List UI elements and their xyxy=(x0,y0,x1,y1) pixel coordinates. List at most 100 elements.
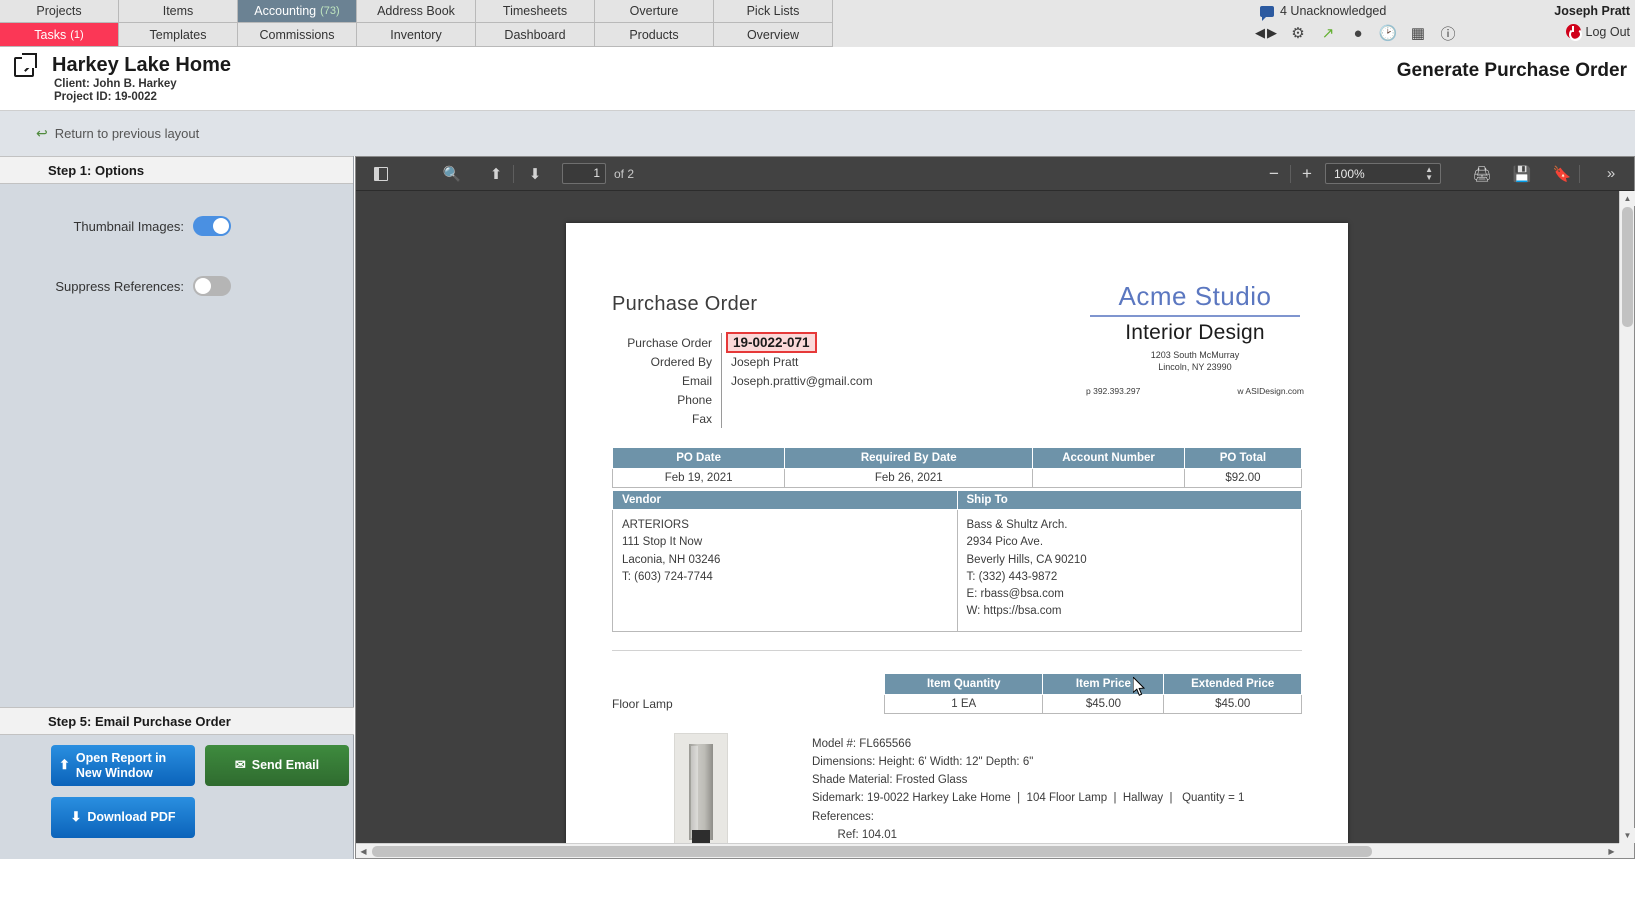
document-field-label: Fax xyxy=(691,411,712,426)
find-icon[interactable]: 🔍 xyxy=(439,161,465,187)
news-icon[interactable]: ▦ xyxy=(1409,24,1427,42)
vendor-address-line: T: (603) 724-7744 xyxy=(622,570,713,583)
line-item-data-row: 1 EA $45.00 $45.00 xyxy=(883,694,1302,714)
company-logo-block: Acme Studio Interior Design 1203 South M… xyxy=(1084,281,1306,396)
line-item-cell: 1 EA xyxy=(883,694,1044,714)
shipto-address-line: W: https://bsa.com xyxy=(966,605,1062,618)
nav-tab-label: Items xyxy=(162,4,194,18)
nav-tab-accounting[interactable]: Accounting (73) xyxy=(238,0,357,23)
suppress-references-toggle[interactable] xyxy=(193,276,231,296)
return-label: Return to previous layout xyxy=(54,126,200,141)
nav-tab-items[interactable]: Items xyxy=(119,0,238,23)
page-number-input[interactable]: 1 xyxy=(562,163,606,184)
send-email-button[interactable]: ✉ Send Email xyxy=(205,745,349,786)
open-report-new-window-button[interactable]: ⬆ Open Report in New Window xyxy=(51,745,195,786)
logout-button[interactable]: Log Out xyxy=(1565,24,1630,41)
nav-tab-label: Inventory xyxy=(390,27,442,42)
nav-tab-products[interactable]: Products xyxy=(595,23,714,47)
return-bar: ↩ Return to previous layout xyxy=(0,111,1635,156)
document-field-label: Email xyxy=(681,373,712,388)
scroll-left-icon[interactable]: ◀ xyxy=(356,844,371,859)
document-field-row: Email Joseph.prattiv@gmail.com xyxy=(566,371,1026,390)
scroll-right-icon[interactable]: ▶ xyxy=(1604,844,1619,859)
line-item-cell: $45.00 xyxy=(1163,694,1302,714)
user-icon[interactable]: ● xyxy=(1349,24,1367,42)
summary-cell: $92.00 xyxy=(1183,468,1303,488)
vendor-col-header: Ship To xyxy=(956,490,1302,510)
download-pdf-button[interactable]: ⬇ Download PDF xyxy=(51,797,195,838)
top-navigation: Projects Items Accounting (73) Address Book T… xyxy=(0,0,1635,47)
page-down-icon[interactable]: ⬇ xyxy=(522,161,548,187)
pdf-viewer: 🔍 ⬆ ⬇ 1 of 2 − + 100% ▲ ▼ 🖨 💾 🔖 » Purchas… xyxy=(355,156,1635,859)
nav-tab-tasks[interactable]: Tasks (1) xyxy=(0,23,119,47)
nav-tab-inventory[interactable]: Inventory xyxy=(357,23,476,47)
pdf-toolbar: 🔍 ⬆ ⬇ 1 of 2 − + 100% ▲ ▼ 🖨 💾 🔖 » xyxy=(356,157,1634,191)
nav-tab-commissions[interactable]: Commissions xyxy=(238,23,357,47)
line-item-detail-line: Dimensions: Height: 6' Width: 12" Depth:… xyxy=(812,756,1034,769)
nav-tab-label: Pick Lists xyxy=(746,4,800,18)
unacknowledged-indicator[interactable]: 4 Unacknowledged xyxy=(1260,4,1386,21)
sidebar-toggle-icon[interactable] xyxy=(368,161,394,187)
suppress-references-label: Suppress References: xyxy=(55,278,184,294)
project-id: Project ID: 19-0022 xyxy=(54,91,157,103)
page-title: Harkey Lake Home xyxy=(52,54,231,76)
nav-tab-pick-lists[interactable]: Pick Lists xyxy=(714,0,833,23)
print-icon[interactable]: 🖨 xyxy=(1469,161,1495,187)
action-buttons: ⬆ Open Report in New Window ✉ Send Email… xyxy=(0,735,354,859)
nav-tab-templates[interactable]: Templates xyxy=(119,23,238,47)
thumbnail-images-toggle[interactable] xyxy=(193,216,231,236)
nav-tab-overture[interactable]: Overture xyxy=(595,0,714,23)
more-tools-icon[interactable]: » xyxy=(1598,161,1624,187)
summary-cell: Feb 26, 2021 xyxy=(784,468,1034,488)
back-arrow-icon: ↩ xyxy=(36,125,48,141)
pdf-horizontal-scrollbar[interactable]: ◀ ▶ xyxy=(356,843,1619,858)
zoom-out-button[interactable]: − xyxy=(1262,164,1286,184)
scroll-down-icon[interactable]: ▼ xyxy=(1620,828,1635,843)
nav-tab-label: Timesheets xyxy=(502,4,568,18)
shipto-address-line: E: rbass@bsa.com xyxy=(966,588,1064,600)
vendor-address-cell: ARTERIORS 111 Stop It Now Laconia, NH 0324… xyxy=(612,509,958,632)
horizontal-scroll-thumb[interactable] xyxy=(372,846,1372,857)
company-name: Acme Studio xyxy=(1118,281,1272,311)
vertical-scroll-thumb[interactable] xyxy=(1622,207,1633,327)
line-item-detail-line: Ref: 104.01 xyxy=(812,828,898,841)
save-icon[interactable]: 💾 xyxy=(1509,161,1535,187)
thumbnail-images-label: Thumbnail Images: xyxy=(73,218,184,234)
project-client: Client: John B. Harkey xyxy=(54,78,177,90)
scroll-up-icon[interactable]: ▲ xyxy=(1620,191,1635,206)
nav-tab-label: Dashboard xyxy=(504,27,566,42)
expand-icon[interactable]: ↗ xyxy=(1319,24,1337,42)
nav-right-utilities: 4 Unacknowledged Joseph Pratt ◀ ▶ ⚙ ↗ ● … xyxy=(1235,0,1635,47)
open-external-icon[interactable] xyxy=(14,53,37,77)
next-arrow-icon[interactable]: ▶ xyxy=(1267,25,1277,41)
clock-icon[interactable]: 🕑 xyxy=(1379,24,1398,42)
message-bubble-icon xyxy=(1260,5,1274,21)
prev-arrow-icon[interactable]: ◀ xyxy=(1255,25,1265,41)
shipto-address-cell: Bass & Shultz Arch. 2934 Pico Ave. Beverly… xyxy=(956,509,1302,632)
page-up-icon[interactable]: ⬆ xyxy=(483,161,509,187)
nav-tab-projects[interactable]: Projects xyxy=(0,0,119,23)
bookmark-icon[interactable]: 🔖 xyxy=(1549,161,1575,187)
pdf-vertical-scrollbar[interactable]: ▲ ▼ xyxy=(1619,191,1635,843)
nav-tab-timesheets[interactable]: Timesheets xyxy=(476,0,595,23)
upload-icon: ⬆ xyxy=(59,757,70,773)
line-item-cell: $45.00 xyxy=(1042,694,1165,714)
line-item-detail-line: Sidemark: 19-0022 Harkey Lake Home | 104… xyxy=(812,792,1245,805)
nav-tab-badge: (73) xyxy=(320,5,340,17)
zoom-level-select[interactable]: 100% ▲ ▼ xyxy=(1325,163,1441,184)
document-field-value: Joseph.prattiv@gmail.com xyxy=(731,373,873,388)
document-field-label: Phone xyxy=(677,392,712,407)
nav-tab-address-book[interactable]: Address Book xyxy=(357,0,476,23)
return-to-previous-layout-link[interactable]: ↩ Return to previous layout xyxy=(36,125,199,142)
gear-icon[interactable]: ⚙ xyxy=(1289,24,1307,42)
nav-arrows[interactable]: ◀ ▶ xyxy=(1255,25,1277,41)
info-icon[interactable]: ⓘ xyxy=(1439,24,1457,43)
section-divider xyxy=(612,650,1302,651)
vendor-address-line: 111 Stop It Now xyxy=(622,536,703,549)
nav-tab-dashboard[interactable]: Dashboard xyxy=(476,23,595,47)
zoom-controls: − + 100% ▲ ▼ xyxy=(1262,163,1455,184)
open-report-label: Open Report in New Window xyxy=(75,751,167,780)
zoom-in-button[interactable]: + xyxy=(1295,164,1319,184)
pdf-page-stage[interactable]: Purchase Order Purchase Order 19-0022-071… xyxy=(356,191,1619,843)
nav-tab-overview[interactable]: Overview xyxy=(714,23,833,47)
